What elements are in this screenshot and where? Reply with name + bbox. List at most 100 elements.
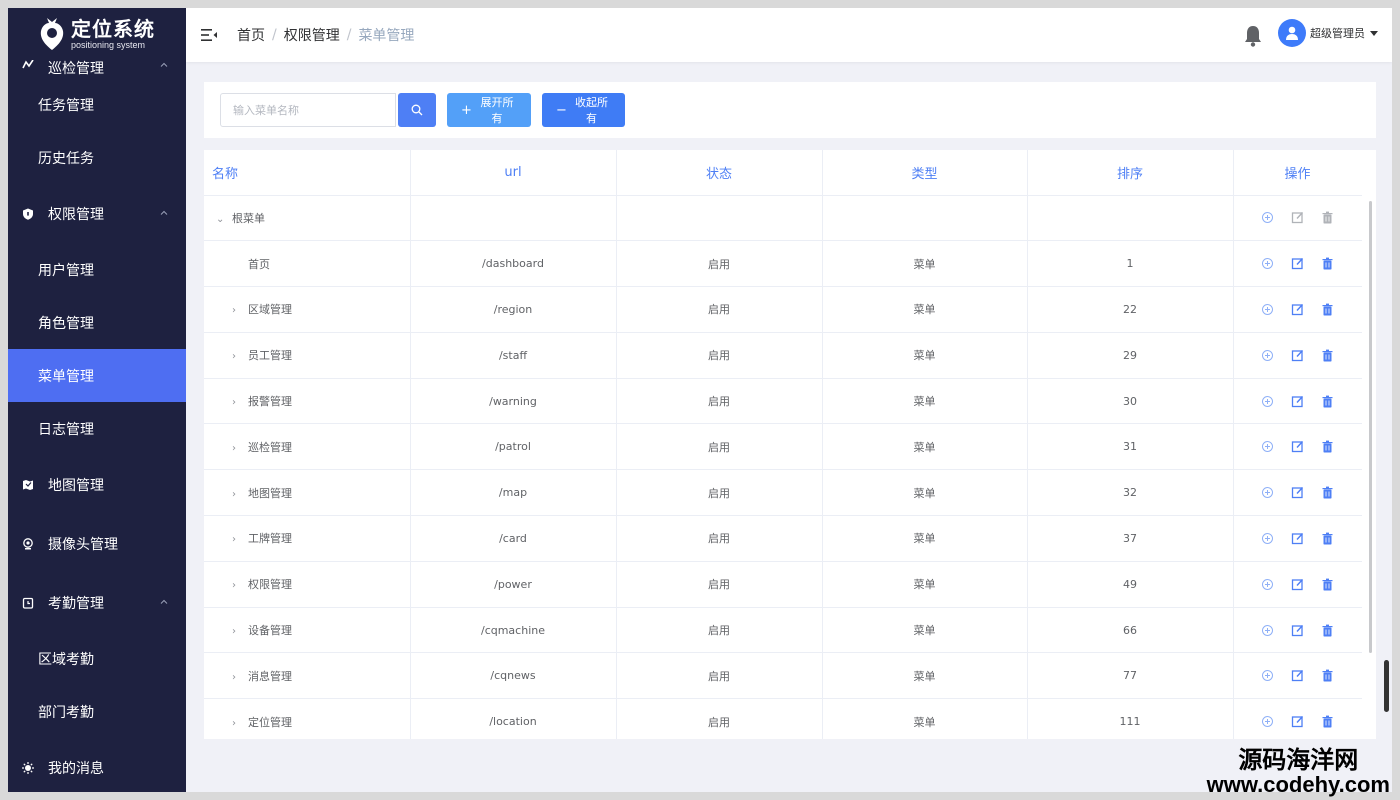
add-child-icon[interactable] [1261, 623, 1275, 637]
table-row[interactable]: ⌄ 根菜单 [204, 195, 1363, 242]
chevron-right-icon[interactable]: › [232, 626, 242, 637]
cell-url: /card [410, 515, 617, 562]
add-child-icon[interactable] [1261, 211, 1275, 225]
page-scrollbar[interactable] [1384, 660, 1389, 712]
menu-search-input[interactable] [220, 93, 396, 127]
edit-icon[interactable] [1291, 257, 1305, 271]
edit-icon[interactable] [1291, 302, 1305, 316]
delete-icon[interactable] [1321, 302, 1335, 316]
add-child-icon[interactable] [1261, 348, 1275, 362]
sidebar-item-label: 角色管理 [38, 315, 94, 332]
table-row[interactable]: › 权限管理/power 启用 菜单 49 [204, 561, 1363, 608]
menu-name: 地图管理 [248, 486, 292, 500]
cell-actions [1233, 378, 1363, 425]
edit-icon[interactable] [1291, 440, 1305, 454]
table-row[interactable]: › 报警管理/warning 启用 菜单 30 [204, 378, 1363, 425]
chevron-up-icon[interactable] [160, 598, 168, 606]
delete-icon[interactable] [1321, 440, 1335, 454]
logo[interactable]: 定位系统 positioning system [8, 8, 186, 60]
edit-icon[interactable] [1291, 348, 1305, 362]
chevron-right-icon[interactable]: › [232, 534, 242, 545]
chevron-down-icon[interactable]: ⌄ [216, 214, 226, 225]
add-child-icon[interactable] [1261, 486, 1275, 500]
sidebar-item[interactable]: 历史任务 [8, 131, 186, 184]
chevron-right-icon[interactable]: › [232, 397, 242, 408]
sidebar-item[interactable]: 任务管理 [8, 78, 186, 131]
sidebar-item[interactable]: 角色管理 [8, 296, 186, 349]
avatar[interactable] [1278, 19, 1306, 47]
user-menu[interactable]: 超级管理员 [1278, 19, 1378, 47]
cell-type [822, 195, 1028, 242]
add-child-icon[interactable] [1261, 302, 1275, 316]
cell-actions [1233, 286, 1363, 333]
sidebar-item[interactable]: 日志管理 [8, 402, 186, 455]
sidebar-item[interactable]: 用户管理 [8, 243, 186, 296]
expand-all-button[interactable]: + 展开所有 [447, 93, 531, 127]
chevron-right-icon[interactable]: › [232, 351, 242, 362]
delete-icon[interactable] [1321, 394, 1335, 408]
edit-icon[interactable] [1291, 211, 1305, 225]
table-scrollbar[interactable] [1369, 201, 1372, 653]
delete-icon[interactable] [1321, 669, 1335, 683]
user-name[interactable]: 超级管理员 [1310, 25, 1365, 41]
bell-icon[interactable] [1244, 25, 1262, 47]
table-row[interactable]: › 地图管理/map 启用 菜单 32 [204, 469, 1363, 517]
sidebar-item[interactable]: 考勤管理 [8, 573, 186, 632]
edit-icon[interactable] [1291, 577, 1305, 591]
add-child-icon[interactable] [1261, 531, 1275, 545]
chevron-right-icon[interactable]: › [232, 489, 242, 500]
search-button[interactable] [398, 93, 436, 127]
delete-icon[interactable] [1321, 211, 1335, 225]
table-row[interactable]: › 设备管理/cqmachine 启用 菜单 66 [204, 607, 1363, 654]
edit-icon[interactable] [1291, 623, 1305, 637]
sidebar-item[interactable]: 部门考勤 [8, 685, 186, 738]
sidebar-item[interactable]: 区域考勤 [8, 632, 186, 685]
breadcrumb-permissions[interactable]: 权限管理 [284, 25, 340, 45]
chevron-right-icon[interactable]: › [232, 443, 242, 454]
add-child-icon[interactable] [1261, 440, 1275, 454]
table-row[interactable]: › 消息管理/cqnews 启用 菜单 77 [204, 652, 1363, 700]
sidebar-item[interactable]: 权限管理 [8, 184, 186, 243]
delete-icon[interactable] [1321, 577, 1335, 591]
delete-icon[interactable] [1321, 348, 1335, 362]
cell-sort: 32 [1027, 469, 1234, 517]
chevron-right-icon[interactable]: › [232, 718, 242, 729]
sidebar-item[interactable]: 摄像头管理 [8, 514, 186, 573]
edit-icon[interactable] [1291, 394, 1305, 408]
add-child-icon[interactable] [1261, 577, 1275, 591]
menu-fold-icon[interactable] [201, 28, 217, 42]
delete-icon[interactable] [1321, 257, 1335, 271]
sidebar-item[interactable]: 我的消息 [8, 738, 186, 792]
add-child-icon[interactable] [1261, 669, 1275, 683]
table-row[interactable]: › 员工管理/staff 启用 菜单 29 [204, 332, 1363, 379]
delete-icon[interactable] [1321, 623, 1335, 637]
breadcrumb-home[interactable]: 首页 [237, 25, 265, 45]
delete-icon[interactable] [1321, 486, 1335, 500]
table-row[interactable]: › 定位管理/location 启用 菜单 111 [204, 698, 1363, 739]
chevron-right-icon[interactable]: › [232, 580, 242, 591]
add-child-icon[interactable] [1261, 257, 1275, 271]
add-child-icon[interactable] [1261, 394, 1275, 408]
collapse-all-button[interactable]: − 收起所有 [542, 93, 625, 127]
cell-status: 启用 [616, 240, 823, 288]
table-row[interactable]: › 区域管理/region 启用 菜单 22 [204, 286, 1363, 333]
edit-icon[interactable] [1291, 669, 1305, 683]
table-row[interactable]: 首页/dashboard 启用 菜单 1 [204, 240, 1363, 288]
chevron-right-icon[interactable]: › [232, 672, 242, 683]
caret-down-icon[interactable] [1370, 30, 1378, 36]
chevron-up-icon[interactable] [160, 61, 168, 69]
table-row[interactable]: › 工牌管理/card 启用 菜单 37 [204, 515, 1363, 562]
edit-icon[interactable] [1291, 531, 1305, 545]
edit-icon[interactable] [1291, 486, 1305, 500]
sidebar-item[interactable]: 地图管理 [8, 455, 186, 514]
add-child-icon[interactable] [1261, 715, 1275, 729]
chevron-right-icon[interactable]: › [232, 305, 242, 316]
delete-icon[interactable] [1321, 531, 1335, 545]
cell-type: 菜单 [822, 286, 1028, 333]
chevron-up-icon[interactable] [160, 209, 168, 217]
column-header-type: 类型 [822, 150, 1028, 196]
table-row[interactable]: › 巡检管理/patrol 启用 菜单 31 [204, 423, 1363, 471]
delete-icon[interactable] [1321, 715, 1335, 729]
sidebar-item[interactable]: 菜单管理 [8, 349, 186, 402]
edit-icon[interactable] [1291, 715, 1305, 729]
